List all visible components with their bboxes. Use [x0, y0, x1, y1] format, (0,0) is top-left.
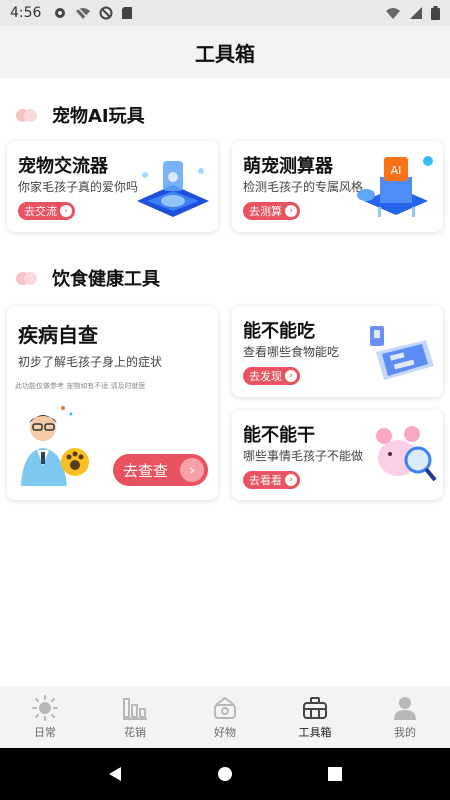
title-bar: 工具箱: [0, 26, 450, 78]
button-label: 去测算: [249, 205, 282, 218]
person-icon: [394, 696, 416, 720]
tab-label: 花销: [124, 725, 146, 739]
section-header-ai-toys: 宠物AI玩具: [16, 102, 145, 128]
disease-check-card[interactable]: 疾病自查 初步了解毛孩子身上的症状 此功能仅做参考 宠物如有不适 请及时就医 去…: [7, 306, 218, 500]
basket-icon: [214, 696, 236, 719]
card-title: 萌宠测算器: [243, 156, 333, 177]
card-description: 检测毛孩子的专属风格: [243, 180, 364, 194]
card-description: 初步了解毛孩子身上的症状: [18, 355, 163, 369]
back-triangle-icon[interactable]: [106, 765, 124, 783]
pet-calculator-card[interactable]: 萌宠测算器 检测毛孩子的专属风格 去测算 › AI: [232, 141, 443, 232]
tab-label: 我的: [394, 725, 416, 739]
card-description: 你家毛孩子真的爱你吗: [18, 180, 139, 194]
hologram-shield-icon: [137, 161, 209, 217]
status-bar: 4:56: [0, 0, 450, 26]
wifi-off-icon: [76, 6, 91, 20]
bottom-tab-bar: 日常 花销 好物 工具箱 我的: [0, 686, 450, 748]
card-title: 宠物交流器: [18, 156, 108, 177]
toolbox-icon: [303, 696, 327, 719]
tab-expenses[interactable]: 花销: [90, 686, 180, 748]
tab-label: 工具箱: [298, 725, 332, 739]
chevron-right-icon: ›: [285, 370, 297, 382]
section-dots-icon: [16, 271, 40, 285]
sun-icon: [32, 694, 58, 721]
gear-icon: [55, 8, 66, 18]
card-title: 能不能吃: [243, 321, 315, 342]
tab-toolbox[interactable]: 工具箱: [270, 686, 360, 748]
svg-text:AI: AI: [391, 164, 402, 177]
system-nav-bar: [0, 748, 450, 800]
recents-square-icon[interactable]: [326, 765, 344, 783]
chevron-right-icon: ›: [60, 205, 72, 217]
pet-exchange-card[interactable]: 宠物交流器 你家毛孩子真的爱你吗 去交流 ›: [7, 141, 218, 232]
button-label: 去发现: [249, 370, 282, 383]
chevron-right-icon: ›: [285, 474, 297, 486]
tab-label: 日常: [34, 725, 56, 739]
chevron-right-icon: ›: [180, 458, 205, 482]
can-do-card[interactable]: 能不能干 哪些事情毛孩子不能做 去看看 ›: [232, 410, 443, 500]
cell-signal-icon: [410, 7, 422, 19]
status-time: 4:56: [10, 5, 42, 21]
card-title: 能不能干: [243, 425, 315, 446]
go-calculate-button[interactable]: 去测算 ›: [243, 202, 300, 220]
mouse-magnifier-icon: [376, 426, 437, 482]
tab-mine[interactable]: 我的: [360, 686, 450, 748]
ai-chip-icon: AI: [357, 156, 433, 217]
card-description: 查看哪些食物能吃: [243, 345, 340, 359]
sd-card-icon: [122, 7, 133, 19]
doctor-illustration-icon: [21, 406, 89, 486]
section-title: 饮食健康工具: [52, 269, 160, 290]
button-label: 去交流: [24, 205, 57, 218]
bar-chart-icon: [123, 697, 147, 720]
go-see-button[interactable]: 去看看 ›: [243, 471, 300, 489]
phone-list-icon: [370, 326, 434, 380]
go-discover-button[interactable]: 去发现 ›: [243, 367, 300, 385]
go-check-button[interactable]: 去查查 ›: [113, 454, 209, 486]
page-title: 工具箱: [195, 41, 255, 66]
section-title: 宠物AI玩具: [52, 106, 145, 127]
section-header-diet-health: 饮食健康工具: [16, 265, 160, 291]
wifi-signal-icon: [386, 8, 400, 19]
go-exchange-button[interactable]: 去交流 ›: [18, 202, 75, 220]
tab-goods[interactable]: 好物: [180, 686, 270, 748]
chevron-right-icon: ›: [285, 205, 297, 217]
disclaimer-text: 此功能仅做参考 宠物如有不适 请及时就医: [15, 382, 146, 390]
button-label: 去查查: [123, 461, 169, 480]
can-eat-card[interactable]: 能不能吃 查看哪些食物能吃 去发现 ›: [232, 306, 443, 397]
card-description: 哪些事情毛孩子不能做: [243, 449, 364, 463]
section-dots-icon: [16, 108, 40, 122]
data-saver-icon: [99, 6, 113, 20]
battery-icon: [431, 6, 440, 20]
button-label: 去看看: [249, 474, 282, 487]
home-circle-icon[interactable]: [216, 765, 234, 783]
card-title: 疾病自查: [18, 323, 98, 347]
tab-daily[interactable]: 日常: [0, 686, 90, 748]
tab-label: 好物: [214, 725, 236, 739]
